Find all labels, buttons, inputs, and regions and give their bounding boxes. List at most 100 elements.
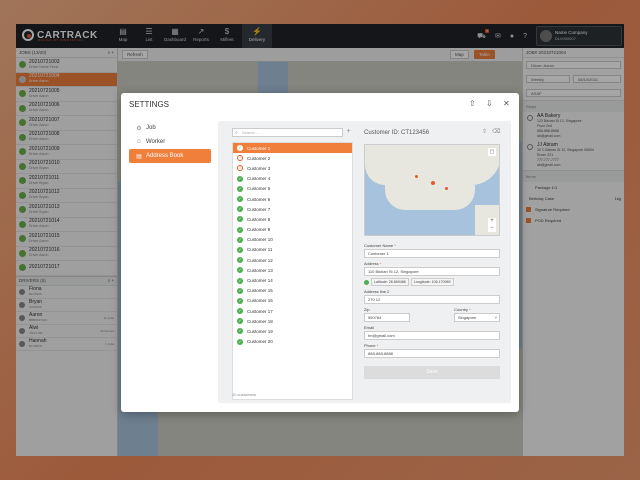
customer-item[interactable]: ✓ Customer 10: [233, 235, 352, 245]
customer-item[interactable]: ✓ Customer 9: [233, 225, 352, 235]
customer-item[interactable]: ✓ Customer 17: [233, 306, 352, 316]
customer-name-field[interactable]: Customer 1: [364, 249, 500, 258]
customer-item[interactable]: ✓ Customer 15: [233, 286, 352, 296]
address2-field[interactable]: 270 12: [364, 295, 500, 304]
phone-field[interactable]: 888-888-8888: [364, 349, 500, 358]
customer-item[interactable]: ✓ Customer 5: [233, 184, 352, 194]
latitude-value: Latitude: 26.669486: [371, 278, 409, 286]
customer-item[interactable]: ! Customer 2: [233, 153, 352, 163]
country-label: Country *: [454, 307, 471, 312]
customer-item[interactable]: ✓ Customer 7: [233, 204, 352, 214]
settings-nav-label: Job: [146, 125, 156, 131]
customer-item[interactable]: ✓ Customer 16: [233, 296, 352, 306]
check-icon: ✓: [237, 297, 243, 304]
address-field[interactable]: 110 Bishan St 12, Singapore: [364, 267, 500, 276]
check-icon: ✓: [237, 206, 243, 213]
zip-field[interactable]: 550784: [364, 313, 410, 322]
customer-item[interactable]: ✓ Customer 20: [233, 337, 352, 347]
zip-country-row: Zip 550784 Country * Singapore ˅: [364, 304, 500, 322]
geocode-row: Latitude: 26.669486 Longitude: 106.17098…: [364, 278, 500, 286]
customer-item[interactable]: ✓ Customer 13: [233, 265, 352, 275]
check-icon: ✓: [237, 257, 243, 264]
check-icon: ✓: [237, 216, 243, 223]
export-icon[interactable]: ⇧: [482, 128, 487, 135]
country-select[interactable]: Singapore ˅: [454, 313, 500, 322]
check-icon: ✓: [237, 145, 243, 152]
check-icon: ✓: [237, 338, 243, 345]
customer-name: Customer 8: [247, 216, 271, 222]
name-label: Customer Name *: [364, 243, 396, 248]
customer-name: Customer 19: [247, 328, 273, 334]
customer-item[interactable]: ✓ Customer 12: [233, 255, 352, 265]
check-icon: ✓: [237, 246, 243, 253]
location-pin-icon: [445, 187, 448, 190]
customer-name: Customer 14: [247, 278, 273, 284]
customer-item[interactable]: ✓ Customer 14: [233, 275, 352, 285]
customer-item[interactable]: ✓ Customer 1: [233, 143, 352, 154]
customer-name: Customer 1: [247, 145, 271, 151]
check-icon: ✓: [237, 185, 243, 192]
email-field[interactable]: hn@gmail.com: [364, 331, 500, 340]
download-icon[interactable]: ⇩: [486, 99, 493, 108]
customer-id: Customer ID: CT123456: [364, 130, 430, 136]
customer-map[interactable]: ▢ + −: [364, 144, 500, 236]
country-value: Singapore: [458, 315, 477, 320]
customer-item[interactable]: ✓ Customer 11: [233, 245, 352, 255]
customer-name: Customer 4: [247, 176, 271, 182]
trash-icon[interactable]: ⌫: [492, 128, 500, 135]
settings-nav-job[interactable]: ⚙ Job: [129, 121, 211, 135]
customer-item[interactable]: ✓ Customer 4: [233, 174, 352, 184]
phone-label: Phone *: [364, 343, 379, 348]
customer-count: 20 customers: [232, 392, 257, 397]
settings-nav-label: Worker: [146, 139, 166, 145]
check-icon: ✓: [237, 277, 243, 284]
customer-name: Customer 12: [247, 257, 273, 263]
check-icon: ✓: [237, 308, 243, 315]
map-land: [385, 185, 475, 210]
customer-name: Customer 2: [247, 155, 271, 161]
worker-icon: ☺: [135, 139, 143, 145]
zip-label: Zip: [364, 307, 370, 312]
settings-modal: SETTINGS ⇧ ⇩ ✕ ⚙ Job ☺ Worker ▤ Address Book …: [121, 93, 519, 412]
customer-form: Customer Name * Customer 1 Address * 110…: [364, 240, 500, 379]
customer-item[interactable]: ! Customer 3: [233, 163, 352, 173]
address-book-panel: ⌕ Search... + ✓ Customer 1 ! Customer 2! Cus…: [218, 121, 511, 403]
modal-title: SETTINGS: [129, 100, 170, 109]
check-icon: ✓: [237, 226, 243, 233]
customer-item[interactable]: ✓ Customer 19: [233, 326, 352, 336]
address-book-icon: ▤: [136, 153, 142, 160]
check-icon: ✓: [237, 318, 243, 325]
check-icon: ✓: [237, 328, 243, 335]
address-label: Address *: [364, 261, 382, 266]
upload-icon[interactable]: ⇧: [469, 99, 476, 108]
customer-name: Customer 17: [247, 308, 273, 314]
settings-nav: ⚙ Job ☺ Worker ▤ Address Book: [129, 121, 211, 163]
customer-name: Customer 6: [247, 196, 271, 202]
check-icon: ✓: [237, 236, 243, 243]
search-input[interactable]: ⌕ Search...: [232, 128, 343, 137]
search-placeholder: Search...: [242, 130, 259, 135]
add-customer-button[interactable]: +: [344, 128, 353, 137]
customer-item[interactable]: ✓ Customer 6: [233, 194, 352, 204]
customer-name: Customer 9: [247, 227, 271, 233]
save-button[interactable]: Save: [364, 366, 500, 379]
check-icon: ✓: [237, 175, 243, 182]
check-icon: [364, 279, 369, 285]
customer-name: Customer 18: [247, 318, 273, 324]
zoom-control[interactable]: + −: [488, 218, 496, 232]
fullscreen-icon[interactable]: ▢: [488, 148, 496, 156]
settings-nav-worker[interactable]: ☺ Worker: [129, 135, 211, 149]
customer-name: Customer 3: [247, 165, 271, 171]
customer-item[interactable]: ✓ Customer 18: [233, 316, 352, 326]
customer-name: Customer 7: [247, 206, 271, 212]
settings-nav-address-book[interactable]: ▤ Address Book: [129, 149, 211, 163]
chevron-down-icon: ˅: [494, 315, 497, 320]
close-icon[interactable]: ✕: [503, 99, 510, 108]
map-land: [365, 145, 499, 185]
settings-nav-label: Address Book: [146, 153, 184, 159]
address2-label: Address line 2: [364, 289, 390, 294]
customer-name: Customer 10: [247, 237, 273, 243]
customer-name: Customer 15: [247, 288, 273, 294]
check-icon: ✓: [237, 287, 243, 294]
customer-item[interactable]: ✓ Customer 8: [233, 214, 352, 224]
